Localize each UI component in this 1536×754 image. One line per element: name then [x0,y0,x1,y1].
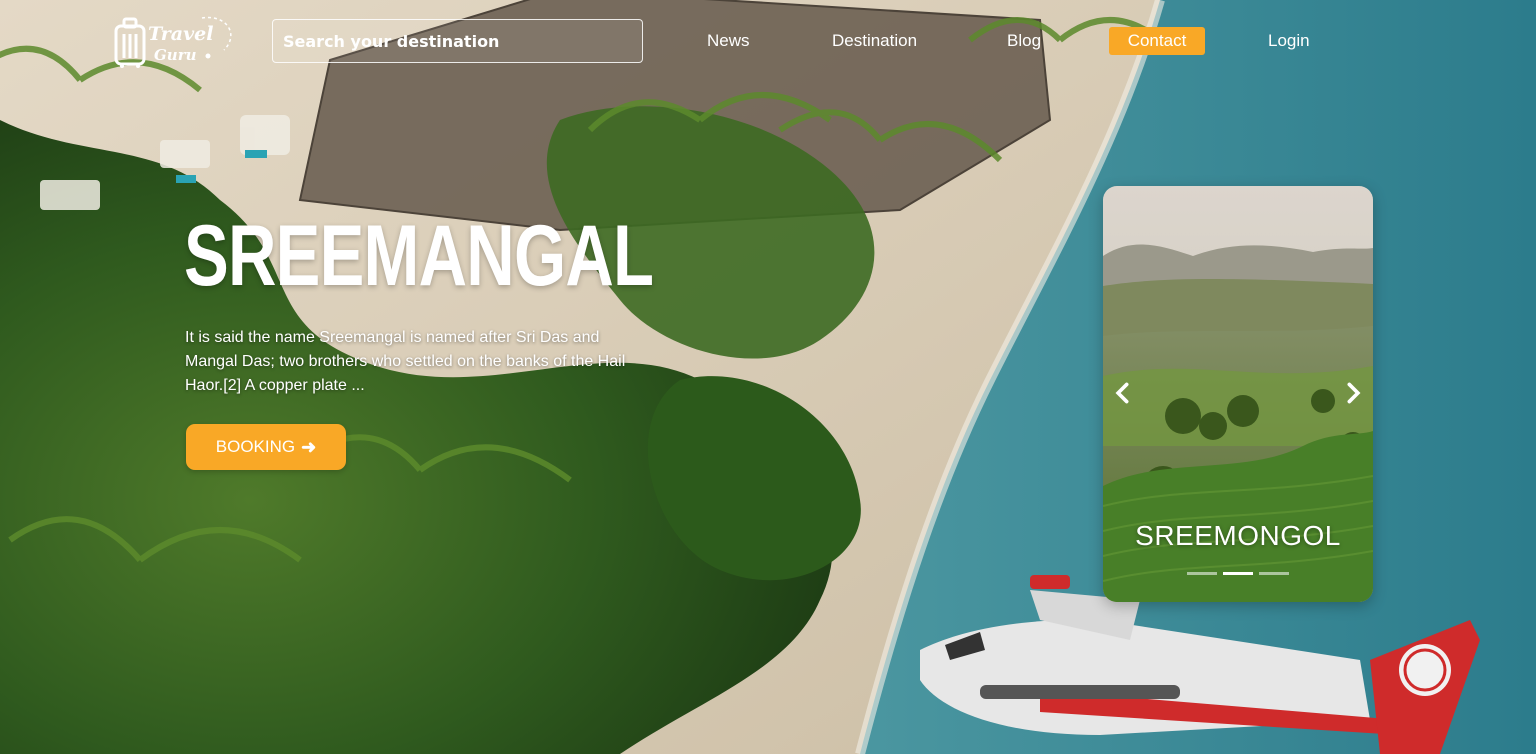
logo-text-guru: Guru [154,46,197,64]
booking-button-label: BOOKING [215,437,296,456]
search-box[interactable] [272,19,643,63]
nav-link-contact[interactable]: Contact [1109,27,1205,55]
carousel-indicator[interactable] [1187,572,1217,575]
carousel-indicators [1103,572,1373,575]
nav-link-login[interactable]: Login [1268,27,1310,55]
carousel-indicator[interactable] [1259,572,1289,575]
logo-text-travel: Travel [148,23,214,45]
carousel-indicator-active[interactable] [1223,572,1253,575]
nav-link-news[interactable]: News [707,27,750,55]
chevron-left-icon [1115,382,1129,404]
carousel-next-button[interactable] [1342,382,1364,404]
card-title: SREEMONGOL [1135,520,1341,551]
nav-link-destination[interactable]: Destination [832,27,917,55]
travel-guru-logo[interactable]: Travel Guru [114,12,238,70]
carousel-prev-button[interactable] [1112,382,1134,404]
chevron-right-icon [1347,382,1361,404]
destination-card-carousel[interactable]: SREEMONGOL [1103,186,1373,602]
arrow-right-icon: ➜ [301,436,317,457]
search-input[interactable] [283,31,632,51]
booking-button[interactable]: BOOKING ➜ [186,424,346,470]
hero-description: It is said the name Sreemangal is named … [185,329,626,394]
hero-title: SREEMANGAL [184,208,654,304]
nav-link-blog[interactable]: Blog [1007,27,1041,55]
